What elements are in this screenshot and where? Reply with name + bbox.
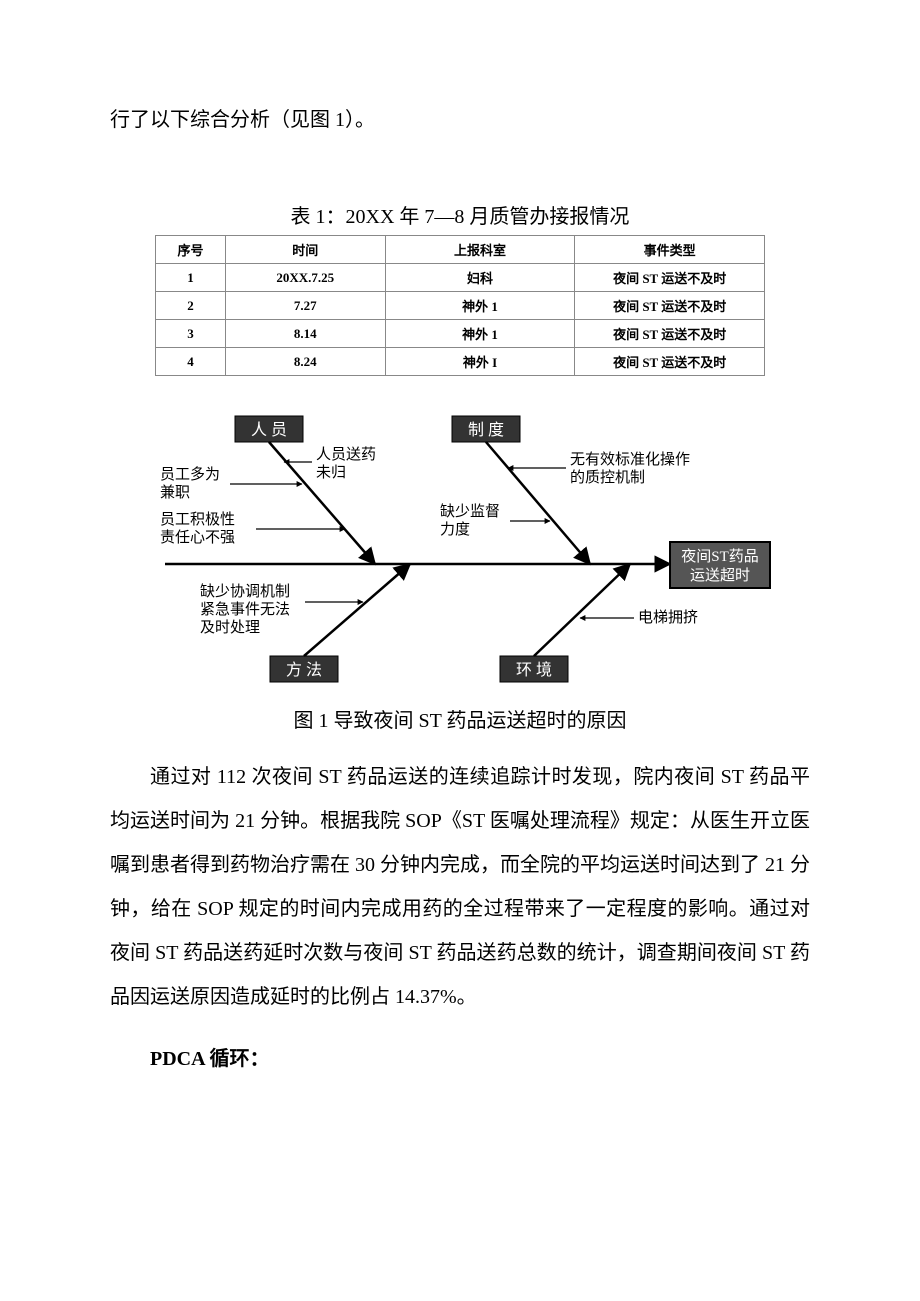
cell: 夜间 ST 运送不及时 (575, 292, 765, 320)
cause-people-1b: 兼职 (160, 484, 190, 501)
cause-system-2a: 缺少监督 (440, 503, 500, 520)
cell: 8.24 (225, 348, 385, 376)
cell: 7.27 (225, 292, 385, 320)
cell: 3 (156, 320, 226, 348)
cell: 神外 1 (385, 320, 575, 348)
table-header-row: 序号 时间 上报科室 事件类型 (156, 236, 765, 264)
th-time: 时间 (225, 236, 385, 264)
effect-line2: 运送超时 (690, 567, 750, 584)
cause-people-1a: 员工多为 (160, 466, 220, 483)
table-row: 2 7.27 神外 1 夜间 ST 运送不及时 (156, 292, 765, 320)
fishbone-diagram: 夜间ST药品 运送超时 人 员 员工多为 兼职 员工积极性 责任心不强 人员送药… (140, 404, 780, 694)
cell: 神外 I (385, 348, 575, 376)
table-caption: 表 1：20XX 年 7—8 月质管办接报情况 (110, 200, 810, 229)
cause-method-1c: 及时处理 (200, 619, 260, 636)
report-table: 序号 时间 上报科室 事件类型 1 20XX.7.25 妇科 夜间 ST 运送不… (155, 235, 765, 376)
cause-people-3a: 人员送药 (316, 446, 376, 463)
intro-line: 行了以下综合分析（见图 1）。 (110, 100, 810, 140)
cell: 夜间 ST 运送不及时 (575, 320, 765, 348)
cell: 妇科 (385, 264, 575, 292)
table-row: 3 8.14 神外 1 夜间 ST 运送不及时 (156, 320, 765, 348)
cell: 夜间 ST 运送不及时 (575, 264, 765, 292)
cell: 4 (156, 348, 226, 376)
cell: 夜间 ST 运送不及时 (575, 348, 765, 376)
cell: 8.14 (225, 320, 385, 348)
cause-method-1b: 紧急事件无法 (200, 601, 290, 618)
cause-people-2a: 员工积极性 (160, 511, 235, 528)
cause-env-1: 电梯拥挤 (638, 609, 698, 626)
cause-system-2b: 力度 (440, 521, 470, 538)
effect-line1: 夜间ST药品 (681, 548, 759, 565)
cell: 20XX.7.25 (225, 264, 385, 292)
cell: 2 (156, 292, 226, 320)
cause-system-1b: 的质控机制 (570, 469, 645, 486)
th-seq: 序号 (156, 236, 226, 264)
cat-system: 制 度 (468, 421, 504, 439)
body-paragraph: 通过对 112 次夜间 ST 药品运送的连续追踪计时发现，院内夜间 ST 药品平… (110, 755, 810, 1019)
table-row: 4 8.24 神外 I 夜间 ST 运送不及时 (156, 348, 765, 376)
cell: 1 (156, 264, 226, 292)
cause-people-3b: 未归 (316, 464, 346, 481)
diagram-caption: 图 1 导致夜间 ST 药品运送超时的原因 (110, 704, 810, 733)
cat-people: 人 员 (251, 421, 287, 439)
cat-method: 方 法 (286, 661, 322, 679)
cell: 神外 1 (385, 292, 575, 320)
th-dept: 上报科室 (385, 236, 575, 264)
th-type: 事件类型 (575, 236, 765, 264)
cause-system-1a: 无有效标准化操作 (570, 451, 690, 468)
cat-environment: 环 境 (516, 660, 552, 679)
cause-people-2b: 责任心不强 (160, 529, 235, 546)
cause-method-1a: 缺少协调机制 (200, 583, 290, 600)
table-row: 1 20XX.7.25 妇科 夜间 ST 运送不及时 (156, 264, 765, 292)
pdca-heading: PDCA 循环： (110, 1037, 810, 1081)
